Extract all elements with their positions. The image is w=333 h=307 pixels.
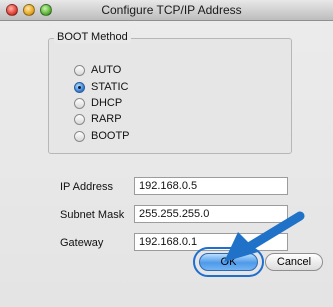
configure-tcpip-dialog: Configure TCP/IP Address BOOT Method AUT… <box>0 0 333 307</box>
arrow-pointer-icon <box>224 211 305 262</box>
